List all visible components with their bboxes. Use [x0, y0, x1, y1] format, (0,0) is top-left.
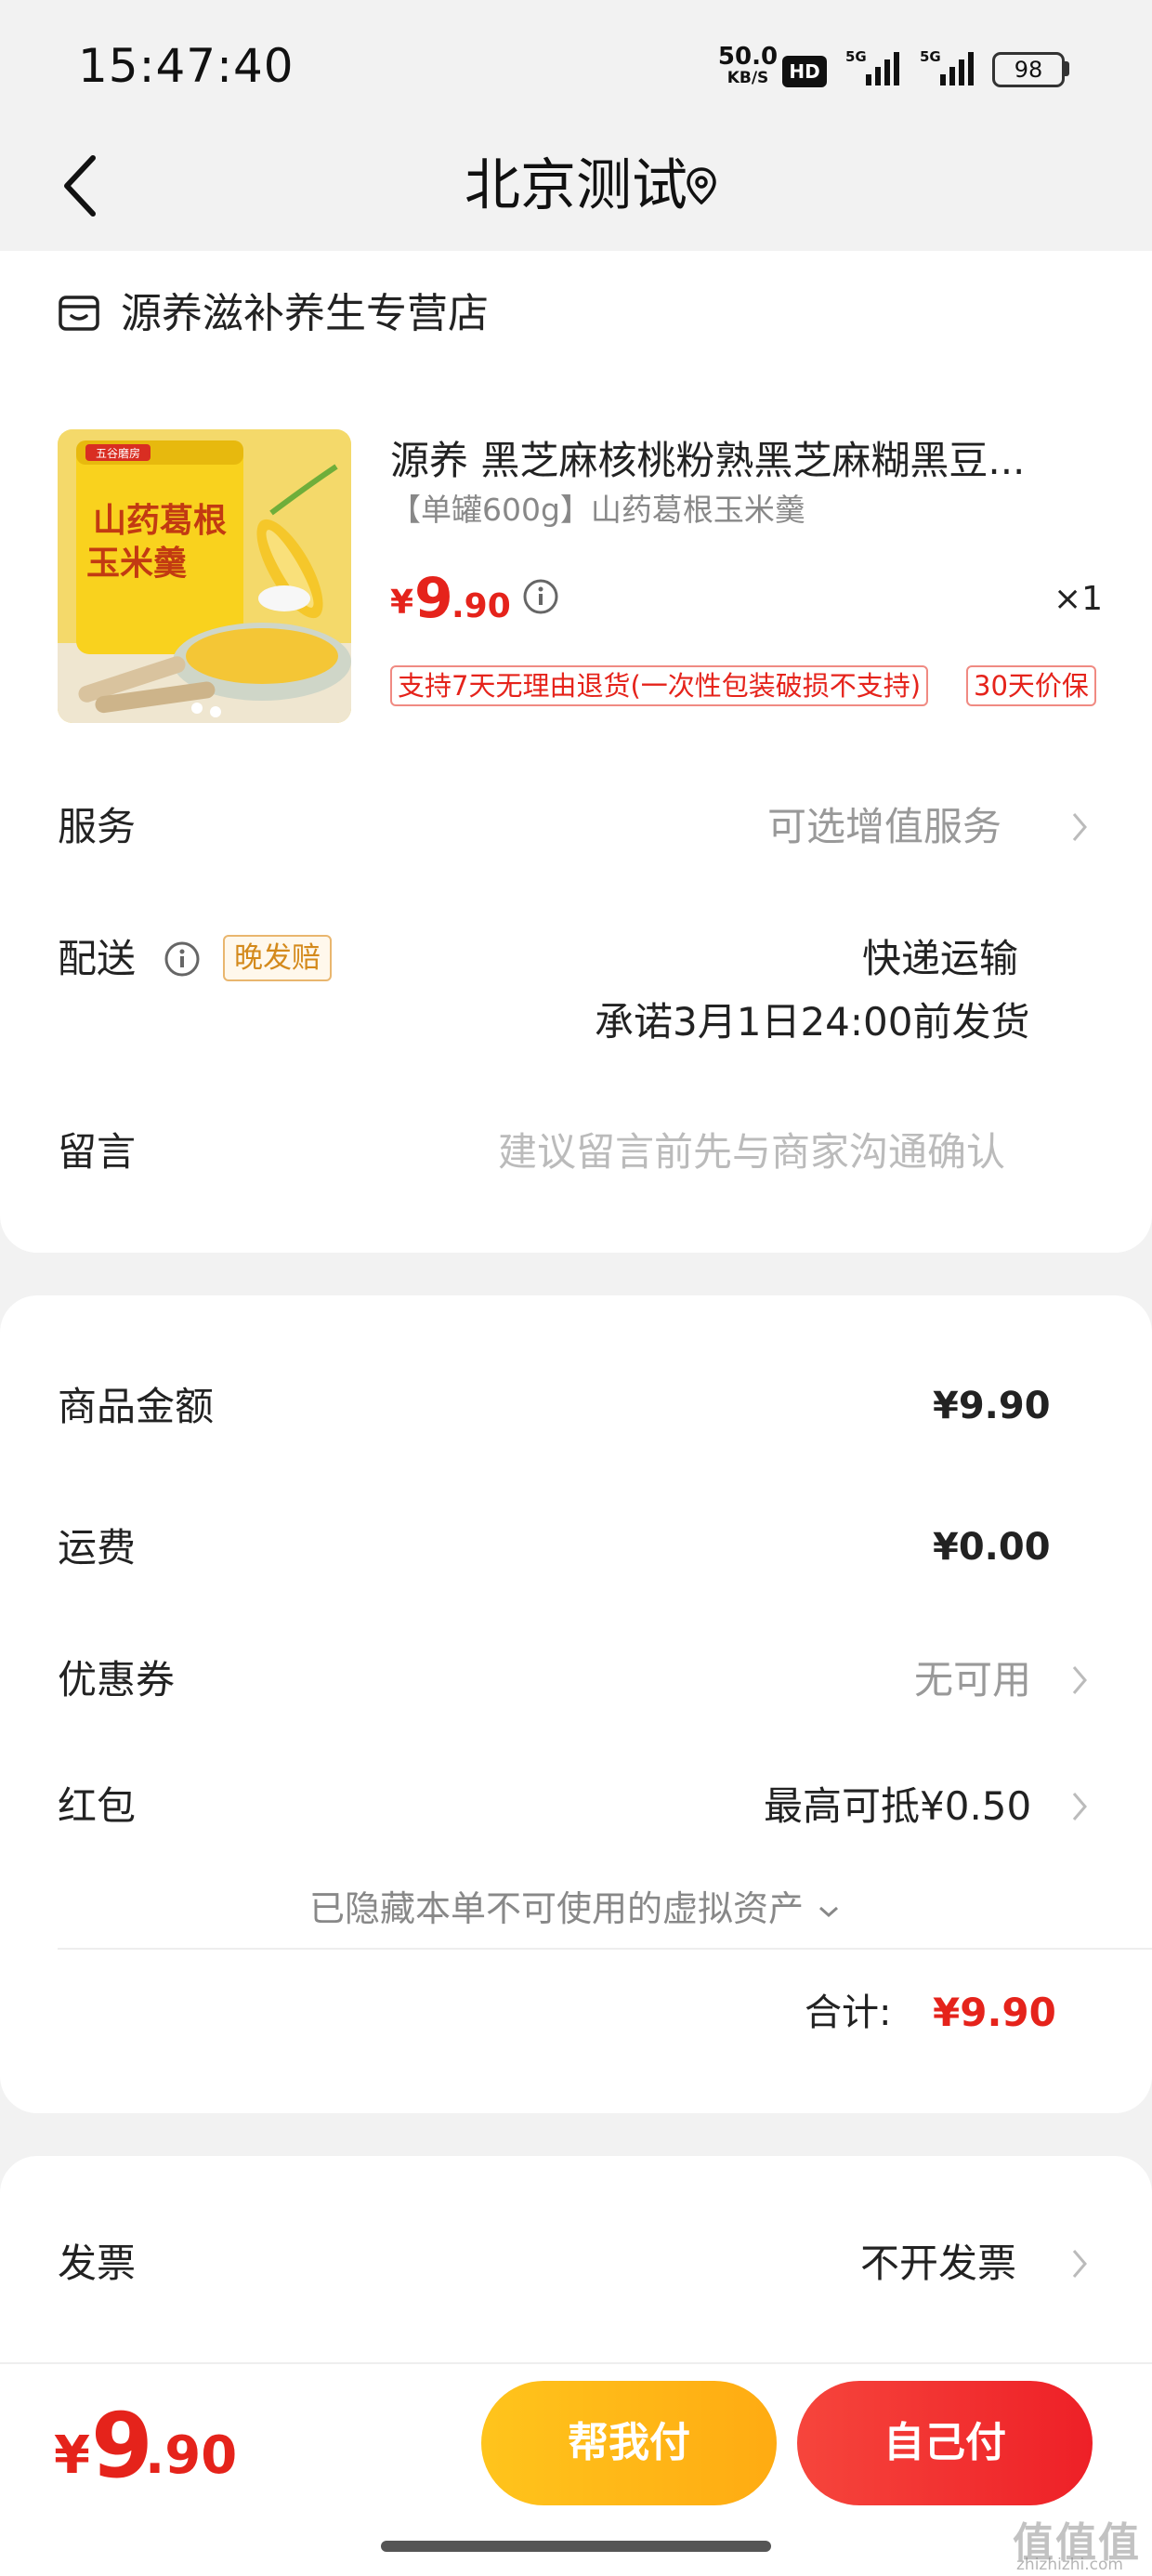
- price-protection-tag: 30天价保: [966, 665, 1096, 706]
- chevron-left-icon[interactable]: [58, 149, 104, 223]
- product-price-integer: 9: [414, 566, 453, 631]
- status-time: 15:47:40: [78, 39, 295, 93]
- goods-amount-value: ¥9.90: [933, 1385, 1051, 1427]
- total-label: 合计:: [805, 1991, 892, 2034]
- invoice-value[interactable]: 不开发票: [860, 2236, 1016, 2292]
- order-card: [0, 251, 1152, 1253]
- shipping-label: 运费: [58, 1525, 137, 1571]
- redpacket-chevron-right-icon: [1072, 1793, 1087, 1820]
- network-speed: 50.0 KB/S: [715, 45, 780, 86]
- signal-2-label: 5G: [920, 48, 941, 65]
- store-name[interactable]: 源养滋补养生专营店: [121, 286, 489, 342]
- product-image-art: 五谷磨房 山药葛根 玉米羹: [58, 429, 351, 723]
- bottom-price-integer: 9: [91, 2394, 153, 2498]
- hidden-assets-toggle[interactable]: 已隐藏本单不可使用的虚拟资产: [0, 1883, 1152, 1935]
- product-image[interactable]: 五谷磨房 山药葛根 玉米羹: [58, 429, 351, 723]
- bottom-price-decimal: .90: [145, 2425, 238, 2486]
- product-image-brand: 五谷磨房: [96, 446, 140, 460]
- chevron-down-icon: [819, 1906, 839, 1917]
- product-quantity: ×1: [1054, 580, 1104, 618]
- home-indicator[interactable]: [381, 2541, 771, 2552]
- goods-amount-label: 商品金额: [58, 1384, 215, 1429]
- product-image-text-1: 山药葛根: [93, 501, 227, 540]
- service-value[interactable]: 可选增值服务: [767, 799, 1001, 855]
- late-delivery-compensation-badge: 晚发赔: [223, 935, 332, 981]
- shipping-value: ¥0.00: [933, 1526, 1051, 1569]
- coupon-label: 优惠券: [58, 1657, 176, 1702]
- message-input[interactable]: 建议留言前先与商家沟通确认: [498, 1124, 1005, 1180]
- hidden-assets-text: 已隐藏本单不可使用的虚拟资产: [308, 1888, 804, 1929]
- product-price-yen: ¥: [390, 584, 414, 622]
- network-speed-value: 50.0: [717, 43, 779, 71]
- delivery-method: 快递运输: [862, 936, 1019, 981]
- battery-tip: [1065, 61, 1069, 76]
- product-spec: 【单罐600g】山药葛根玉米羹: [390, 492, 805, 528]
- invoice-label: 发票: [58, 2241, 137, 2286]
- product-title[interactable]: 源养 黑芝麻核桃粉熟黑芝麻糊黑豆...: [390, 433, 1078, 489]
- chevron-right-icon: [1072, 813, 1087, 841]
- battery-icon: 98: [992, 52, 1065, 87]
- network-speed-unit: KB/S: [727, 69, 769, 87]
- hd-voice-icon: HD: [782, 56, 827, 87]
- help-pay-button[interactable]: 帮我付: [481, 2381, 777, 2505]
- info-icon[interactable]: [522, 578, 559, 615]
- product-price-decimal: .90: [452, 587, 511, 625]
- page-title: 北京测试: [465, 153, 687, 218]
- total-value: ¥9.90: [933, 1990, 1056, 2035]
- bottom-price-yen: ¥: [54, 2425, 90, 2486]
- coupon-chevron-right-icon: [1072, 1666, 1087, 1694]
- divider: [58, 1948, 1152, 1950]
- self-pay-button[interactable]: 自己付: [797, 2381, 1093, 2505]
- service-label: 服务: [58, 804, 137, 849]
- redpacket-label: 红包: [58, 1783, 137, 1829]
- message-label: 留言: [58, 1129, 137, 1175]
- watermark-url: zhizhizhi.com: [1016, 2556, 1123, 2574]
- coupon-value[interactable]: 无可用: [914, 1652, 1031, 1708]
- signal-1-label: 5G: [845, 48, 867, 65]
- signal-5g-icon-2: 5G: [920, 48, 974, 85]
- signal-5g-icon: 5G: [845, 48, 899, 85]
- store-icon: [59, 296, 99, 331]
- location-pin-icon[interactable]: [685, 165, 718, 206]
- invoice-chevron-right-icon: [1072, 2250, 1087, 2278]
- delivery-info-icon[interactable]: [164, 940, 201, 978]
- redpacket-value[interactable]: 最高可抵¥0.50: [764, 1779, 1031, 1834]
- delivery-promise: 承诺3月1日24:00前发货: [595, 999, 1030, 1045]
- delivery-label: 配送: [58, 936, 137, 981]
- product-image-text-2: 玉米羹: [86, 544, 187, 583]
- return-policy-tag: 支持7天无理由退货(一次性包装破损不支持): [390, 665, 929, 706]
